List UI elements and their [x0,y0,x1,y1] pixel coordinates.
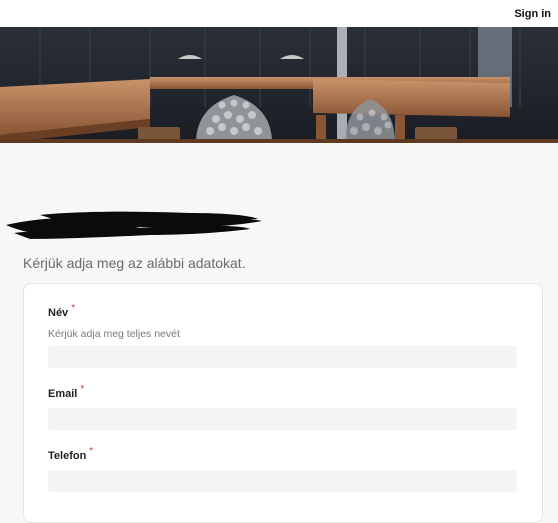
email-field-group: Email * [48,384,517,430]
email-field-label-row: Email * [48,384,517,402]
phone-field-group: Telefon * [48,446,517,492]
hero-banner-image [0,27,558,143]
form-subtitle: Kérjük adja meg az alábbi adatokat. [23,255,246,271]
email-input[interactable] [48,408,517,430]
required-marker: * [71,303,76,314]
form-card: Név * Kérjük adja meg teljes nevét Email *… [23,283,543,523]
email-field-label: Email [48,388,78,400]
name-field-label: Név [48,307,69,319]
name-input[interactable] [48,346,517,368]
top-bar: Sign in [0,0,558,27]
name-field-label-row: Név * [48,303,517,321]
required-marker: * [89,446,94,457]
name-field-hint: Kérjük adja meg teljes nevét [48,328,180,340]
phone-field-label: Telefon [48,450,87,462]
phone-input[interactable] [48,470,517,492]
title-redaction [6,211,262,239]
phone-field-label-row: Telefon * [48,446,517,464]
sign-in-button[interactable]: Sign in [514,8,551,20]
required-marker: * [80,384,85,395]
name-field-group: Név * Kérjük adja meg teljes nevét [48,303,517,368]
